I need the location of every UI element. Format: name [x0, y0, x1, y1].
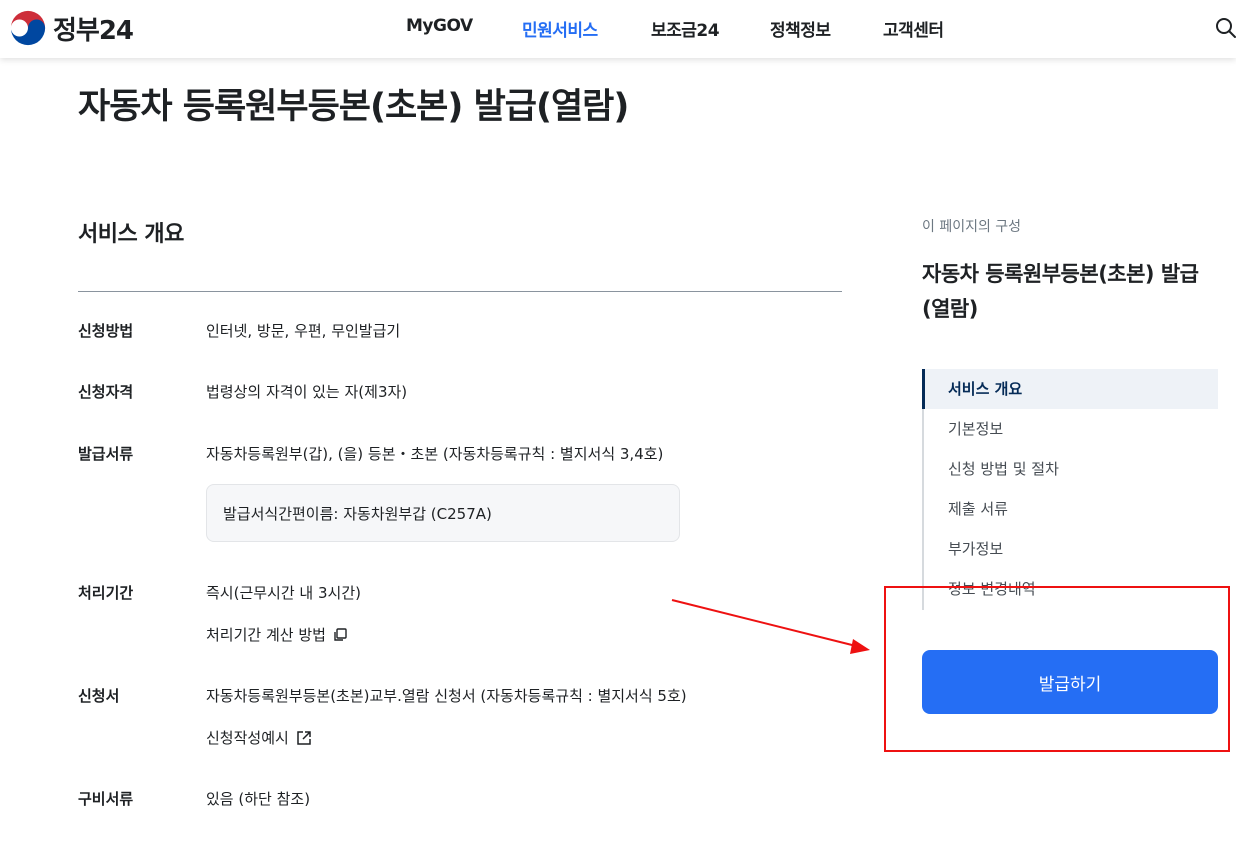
global-header: 정부24 MyGOV 민원서비스 보조금24 정책정보 고객센터	[0, 0, 1236, 58]
label-eligibility: 신청자격	[78, 383, 134, 401]
value-required-documents: 있음 (하단 참조)	[206, 790, 311, 808]
processing-time-calc-label: 처리기간 계산 방법	[206, 626, 326, 644]
value-application-form: 자동차등록원부등본(초본)교부.열람 신청서 (자동차등록규칙 : 별지서식 5…	[206, 687, 687, 705]
toc-item-basic-info[interactable]: 기본정보	[922, 409, 1218, 449]
label-application-form: 신청서	[78, 687, 120, 705]
label-apply-method: 신청방법	[78, 322, 134, 340]
value-eligibility: 법령상의 자격이 있는 자(제3자)	[206, 383, 408, 401]
section-title-overview: 서비스 개요	[78, 222, 184, 247]
value-apply-method: 인터넷, 방문, 우편, 무인발급기	[206, 322, 401, 340]
nav-customer-center[interactable]: 고객센터	[883, 16, 944, 41]
label-required-documents: 구비서류	[78, 790, 134, 808]
form-example-link[interactable]: 신청작성예시	[206, 727, 313, 748]
toc-item-overview[interactable]: 서비스 개요	[922, 369, 1218, 409]
page-title: 자동차 등록원부등본(초본) 발급(열람)	[78, 87, 629, 127]
nav-subsidy24[interactable]: 보조금24	[651, 16, 720, 41]
section-divider	[78, 291, 842, 292]
main-nav: MyGOV 민원서비스 보조금24 정책정보 고객센터	[0, 0, 1236, 58]
value-processing-time: 즉시(근무시간 내 3시간)	[206, 584, 361, 602]
copy-icon	[334, 627, 347, 641]
toc-title: 자동차 등록원부등본(초본) 발급(열람)	[922, 262, 1199, 321]
form-short-name-box: 발급서식간편이름: 자동차원부갑 (C257A)	[206, 484, 680, 542]
nav-mygov[interactable]: MyGOV	[406, 16, 473, 36]
toc-item-change-history[interactable]: 정보 변경내역	[922, 569, 1218, 609]
nav-policy-info[interactable]: 정책정보	[770, 16, 831, 41]
issue-button[interactable]: 발급하기	[922, 650, 1218, 714]
nav-civil-service[interactable]: 민원서비스	[522, 16, 598, 41]
processing-time-calc-link[interactable]: 처리기간 계산 방법	[206, 624, 348, 645]
toc-caption: 이 페이지의 구성	[922, 219, 1022, 235]
toc-item-apply-procedure[interactable]: 신청 방법 및 절차	[922, 449, 1218, 489]
search-icon[interactable]	[1214, 16, 1236, 40]
external-link-icon	[297, 730, 311, 745]
value-issued-documents: 자동차등록원부(갑), (을) 등본・초본 (자동차등록규칙 : 별지서식 3,…	[206, 445, 664, 463]
toc-item-submit-documents[interactable]: 제출 서류	[922, 489, 1218, 529]
label-processing-time: 처리기간	[78, 584, 134, 602]
form-short-name-text: 발급서식간편이름: 자동차원부갑 (C257A)	[223, 504, 492, 523]
form-example-label: 신청작성예시	[206, 729, 289, 747]
label-issued-documents: 발급서류	[78, 445, 134, 463]
toc-item-additional-info[interactable]: 부가정보	[922, 529, 1218, 569]
